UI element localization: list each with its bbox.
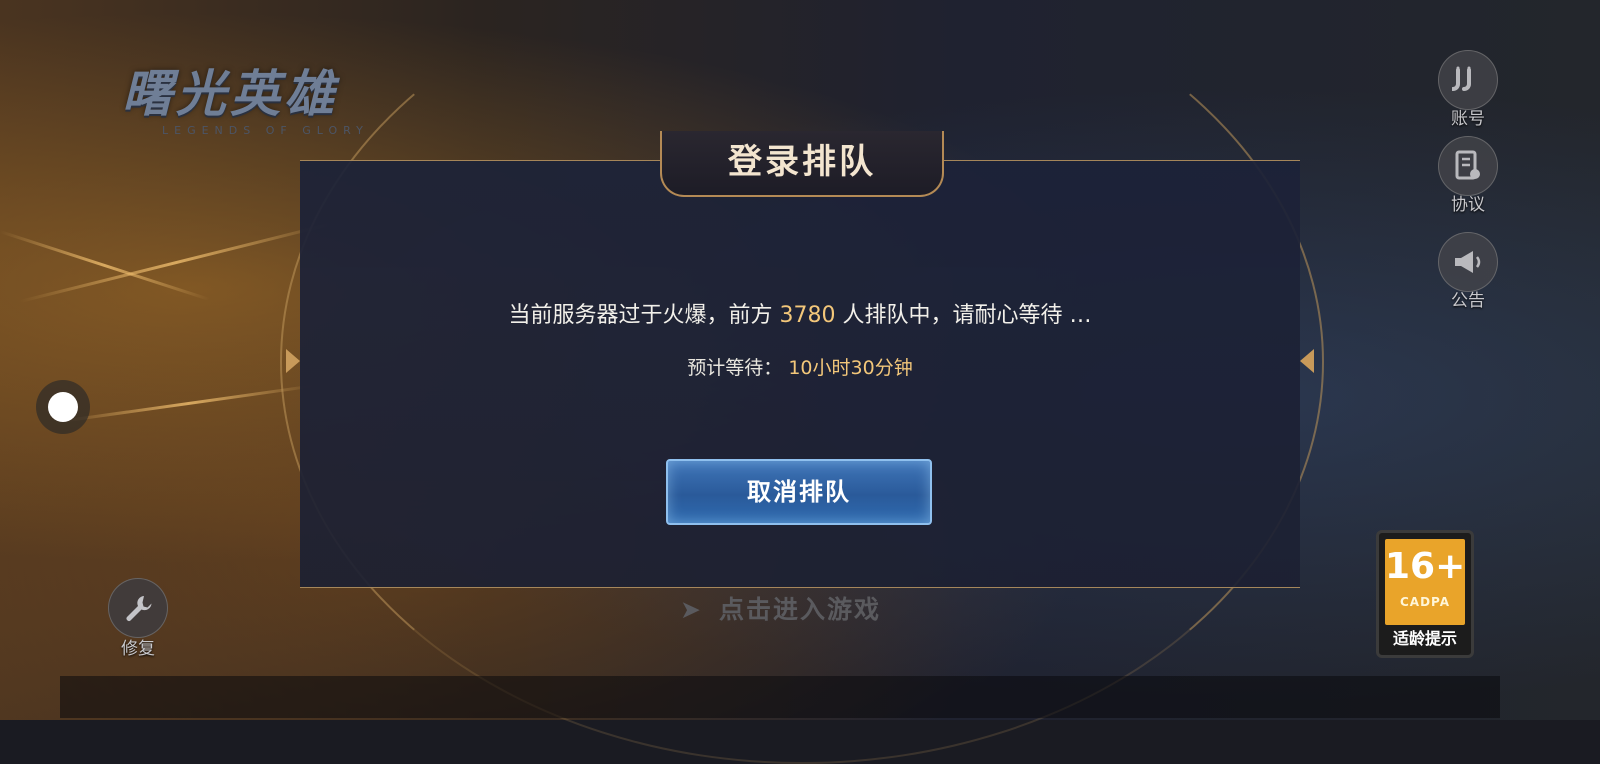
account-icon (1438, 50, 1498, 110)
age-rating-tip: 适龄提示 (1392, 629, 1457, 648)
dialog-title: 登录排队 (728, 142, 876, 182)
message-suffix: 人排队中，请耐心等待 … (842, 303, 1092, 328)
left-ornament-arrow (286, 349, 300, 373)
age-rating-number: 16+ (1385, 546, 1466, 587)
agreement-label: 协议 (1451, 195, 1485, 215)
age-rating-org: CADPA (1399, 595, 1451, 609)
agreement-button[interactable]: 协议 (1436, 136, 1500, 215)
megaphone-icon (1438, 232, 1498, 292)
enter-game-label: 点击进入游戏 (718, 595, 881, 624)
age-rating-box: 16+ CADPA (1385, 539, 1465, 625)
repair-button[interactable]: 修复 (106, 578, 170, 659)
age-rating-badge[interactable]: 16+ CADPA 适龄提示 (1376, 530, 1474, 658)
floating-dot-icon (48, 392, 78, 422)
account-button[interactable]: 账号 (1436, 50, 1500, 129)
account-label: 账号 (1451, 109, 1485, 129)
login-queue-dialog: 登录排队 当前服务器过于火爆，前方 3780 人排队中，请耐心等待 … 预计等待… (286, 131, 1314, 588)
notice-button[interactable]: 公告 (1436, 232, 1500, 311)
queue-message: 当前服务器过于火爆，前方 3780 人排队中，请耐心等待 … (300, 297, 1300, 329)
legal-footer-band (60, 676, 1500, 718)
repair-label: 修复 (121, 639, 155, 659)
estimate-label: 预计等待： (687, 357, 783, 379)
enter-game-button[interactable]: ➤ 点击进入游戏 (680, 590, 881, 626)
floating-assistant-button[interactable] (36, 380, 90, 434)
document-icon (1438, 136, 1498, 196)
play-arrow-icon: ➤ (680, 595, 703, 624)
message-prefix: 当前服务器过于火爆，前方 (508, 303, 773, 328)
wrench-icon (108, 578, 168, 638)
dialog-title-tab: 登录排队 (660, 131, 944, 197)
queue-count: 3780 (779, 303, 836, 328)
cancel-queue-button[interactable]: 取消排队 (666, 459, 932, 525)
right-ornament-arrow (1300, 349, 1314, 373)
estimate-line: 预计等待： 10小时30分钟 (300, 353, 1300, 380)
notice-label: 公告 (1451, 291, 1485, 311)
estimate-value: 10小时30分钟 (788, 357, 913, 379)
